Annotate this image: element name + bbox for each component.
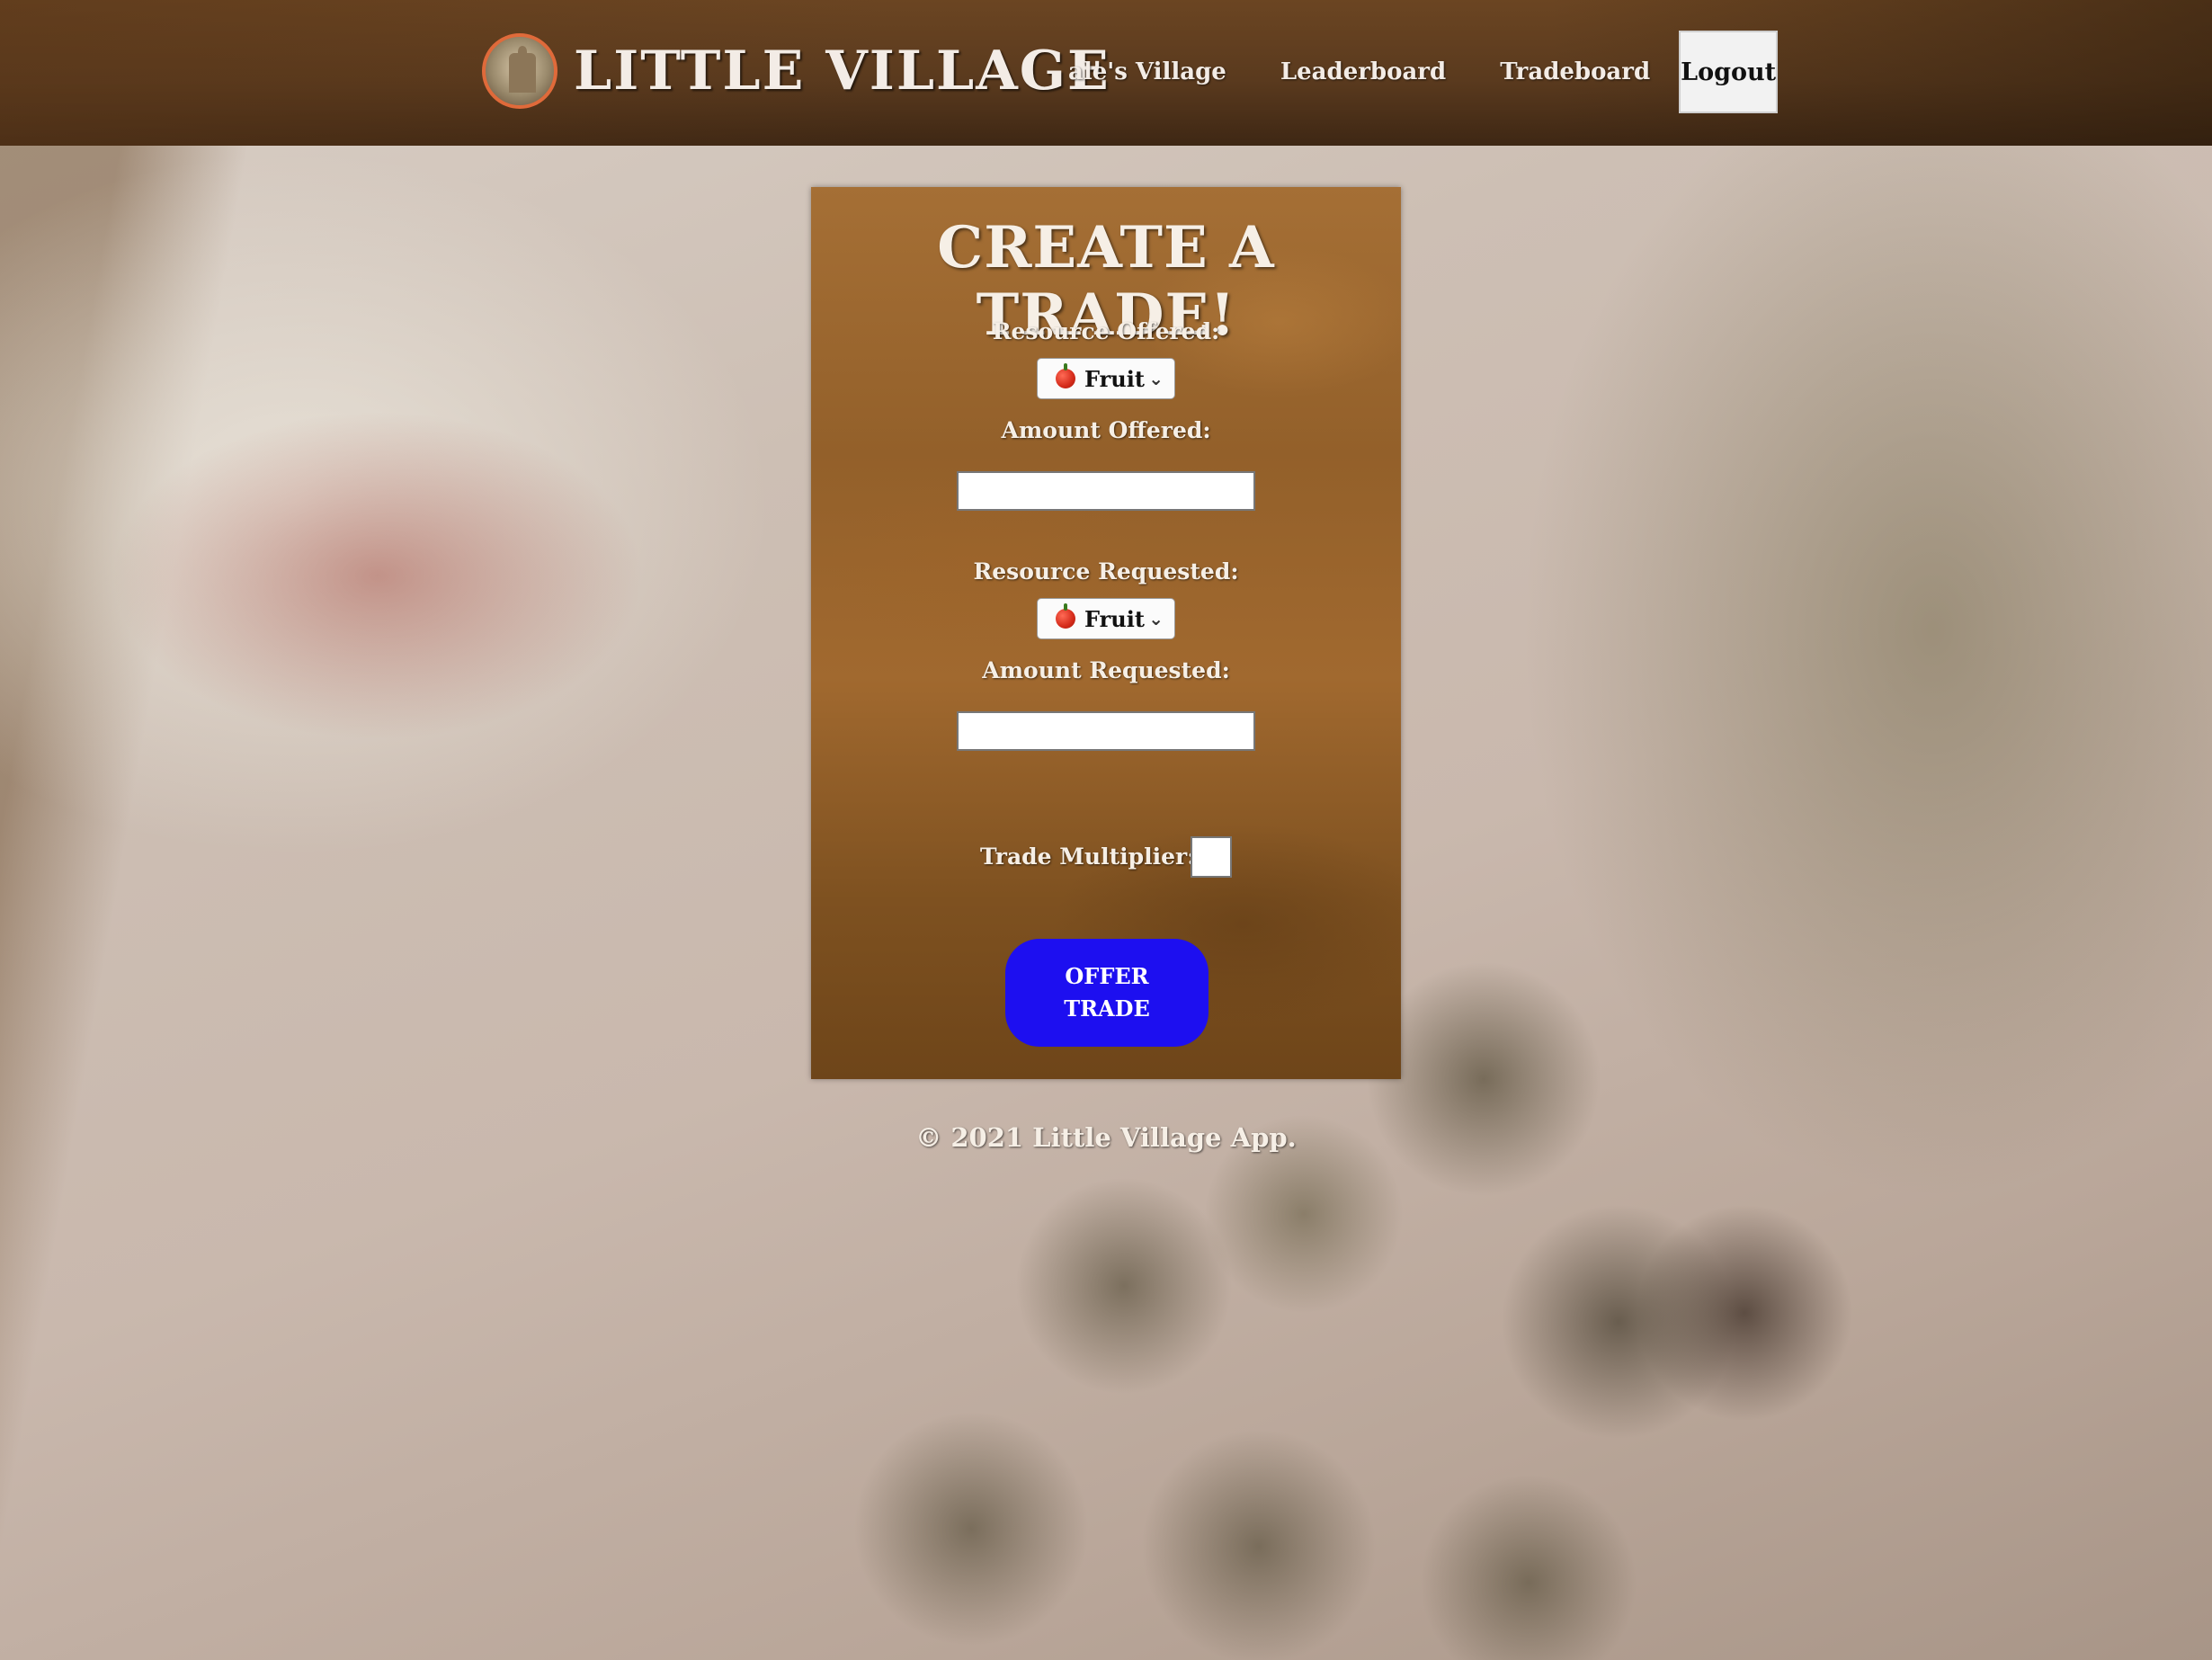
- apple-icon: [1056, 363, 1075, 388]
- amount-requested-label: Amount Requested:: [982, 657, 1230, 683]
- resource-requested-label: Resource Requested:: [973, 558, 1239, 585]
- chevron-down-icon: ⌄: [1148, 368, 1164, 389]
- amount-offered-label: Amount Offered:: [1001, 417, 1211, 443]
- top-navbar: LITTLE VILLAGE ale's Village Leaderboard…: [0, 0, 2212, 146]
- trade-multiplier-input[interactable]: [1191, 836, 1232, 878]
- amount-offered-input[interactable]: [957, 471, 1255, 511]
- nav-my-village[interactable]: ale's Village: [1068, 58, 1226, 85]
- village-logo-icon: [482, 33, 557, 109]
- offer-trade-button[interactable]: OFFER TRADE: [1005, 939, 1209, 1047]
- amount-requested-input[interactable]: [957, 711, 1255, 751]
- trade-multiplier-label: Trade Multiplier:: [980, 843, 1196, 870]
- footer-copyright: © 2021 Little Village App.: [915, 1122, 1297, 1153]
- brand[interactable]: LITTLE VILLAGE: [482, 31, 1110, 112]
- create-trade-card: CREATE A TRADE! Resource Offered: Fruit …: [811, 187, 1401, 1079]
- resource-requested-select[interactable]: Fruit ⌄: [1037, 598, 1175, 639]
- chevron-down-icon: ⌄: [1148, 608, 1164, 629]
- apple-icon: [1056, 603, 1075, 629]
- nav-leaderboard[interactable]: Leaderboard: [1280, 58, 1446, 85]
- nav-tradeboard[interactable]: Tradeboard: [1500, 58, 1650, 85]
- resource-requested-value: Fruit: [1084, 605, 1145, 632]
- brand-title: LITTLE VILLAGE: [574, 40, 1110, 103]
- resource-offered-label: Resource Offered:: [992, 318, 1220, 344]
- resource-offered-value: Fruit: [1084, 365, 1145, 392]
- logout-button[interactable]: Logout: [1679, 31, 1779, 113]
- resource-offered-select[interactable]: Fruit ⌄: [1037, 358, 1175, 399]
- main-nav: ale's Village Leaderboard Tradeboard Log…: [1068, 31, 1779, 113]
